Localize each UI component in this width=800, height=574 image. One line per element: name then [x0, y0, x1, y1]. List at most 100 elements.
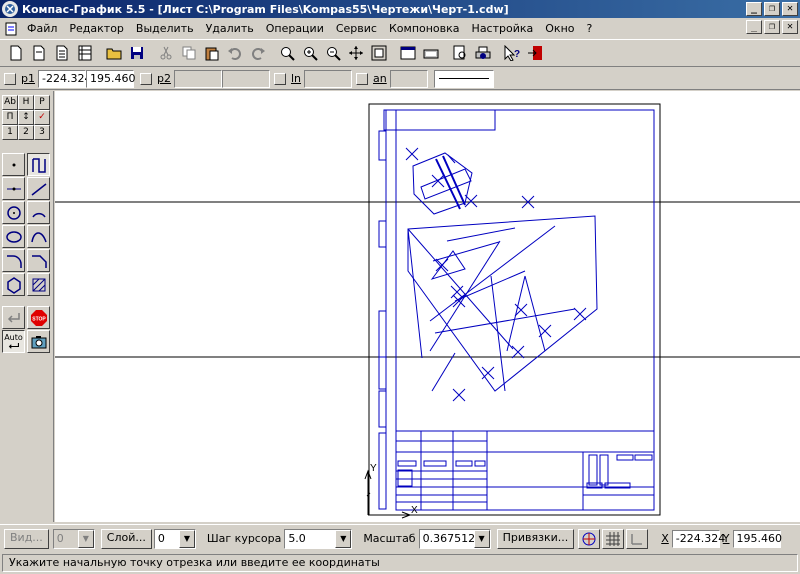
- new-spec-icon[interactable]: [73, 42, 96, 64]
- menu-settings[interactable]: Настройка: [466, 22, 540, 35]
- zoom-in-icon[interactable]: [298, 42, 321, 64]
- fillet-tool[interactable]: [2, 249, 25, 272]
- current-state-bar: Вид... 0 ▼ Слой... 0 ▼ Шаг курсора 5.0 ▼ Ма…: [0, 524, 800, 552]
- layers-icon[interactable]: [419, 42, 442, 64]
- p2-x-field[interactable]: [173, 69, 222, 88]
- ln-field[interactable]: [304, 69, 352, 88]
- menu-operations[interactable]: Операции: [260, 22, 330, 35]
- x-coord-field[interactable]: -224.324: [671, 529, 725, 548]
- print-icon[interactable]: [471, 42, 494, 64]
- edit-tab[interactable]: P: [34, 95, 50, 110]
- doc-restore-button[interactable]: ❐: [764, 20, 780, 34]
- auto-create-toggle[interactable]: Auto: [2, 330, 25, 353]
- view-select[interactable]: 0 ▼: [52, 528, 95, 549]
- view-2-tab[interactable]: 2: [18, 125, 34, 140]
- document-icon[interactable]: [4, 22, 18, 36]
- p1-y-field[interactable]: 195.460: [85, 69, 135, 88]
- close-button[interactable]: ✕: [782, 2, 798, 16]
- circle-tool[interactable]: [2, 201, 25, 224]
- refresh-icon[interactable]: [396, 42, 419, 64]
- p1-x-field[interactable]: -224.324: [37, 69, 91, 88]
- auxiliary-line-tool[interactable]: [27, 153, 50, 176]
- chevron-down-icon: ▼: [335, 529, 352, 548]
- layer-select[interactable]: 0 ▼: [153, 528, 196, 549]
- chamfer-tool[interactable]: [27, 249, 50, 272]
- new-fragment-icon[interactable]: [27, 42, 50, 64]
- hatch-tool[interactable]: [27, 273, 50, 296]
- y-coord-field[interactable]: 195.460: [732, 529, 782, 548]
- pan-icon[interactable]: [344, 42, 367, 64]
- scale-label: Масштаб: [363, 532, 416, 545]
- ln-toggle[interactable]: [273, 72, 286, 85]
- polygon-tool[interactable]: [2, 273, 25, 296]
- svg-text:Y: Y: [370, 463, 377, 474]
- text-symbols-tab[interactable]: Ab: [2, 95, 18, 110]
- spline-tool[interactable]: [27, 225, 50, 248]
- measure-tab[interactable]: ↕: [18, 110, 34, 125]
- p1-fix-toggle[interactable]: [4, 72, 16, 85]
- ln-label: ln: [290, 72, 301, 85]
- select-tab[interactable]: ✓: [34, 110, 50, 125]
- restore-button[interactable]: ❐: [764, 2, 780, 16]
- grid-icon[interactable]: [602, 528, 625, 549]
- doc-close-button[interactable]: ✕: [782, 20, 798, 34]
- stop-label: STOP: [32, 316, 46, 322]
- zoom-fit-icon[interactable]: [367, 42, 390, 64]
- panel-switch-grid: Ab H P П ↕ ✓ 1 2 3: [2, 95, 50, 140]
- paste-icon[interactable]: [200, 42, 223, 64]
- segment-tool[interactable]: [2, 177, 25, 200]
- ellipse-tool[interactable]: [2, 225, 25, 248]
- camera-icon[interactable]: [27, 330, 50, 353]
- layer-button[interactable]: Слой...: [100, 528, 152, 549]
- an-toggle[interactable]: [356, 72, 368, 85]
- doc-minimize-button[interactable]: _: [746, 20, 762, 34]
- zoom-out-icon[interactable]: [321, 42, 344, 64]
- p2-y-field[interactable]: [221, 69, 270, 88]
- open-icon[interactable]: [102, 42, 125, 64]
- exit-icon[interactable]: [523, 42, 546, 64]
- redo-icon[interactable]: [246, 42, 269, 64]
- window-title: Компас-График 5.5 - [Лист C:\Program Fil…: [22, 2, 509, 16]
- save-icon[interactable]: [125, 42, 148, 64]
- menu-file[interactable]: Файл: [21, 22, 63, 35]
- menu-delete[interactable]: Удалить: [200, 22, 260, 35]
- snap-button[interactable]: Привязки...: [496, 528, 575, 549]
- ortho-icon[interactable]: [626, 528, 649, 549]
- view-button[interactable]: Вид...: [4, 528, 49, 549]
- menu-help[interactable]: ?: [581, 22, 599, 35]
- menu-layout[interactable]: Компоновка: [383, 22, 466, 35]
- menu-window[interactable]: Окно: [539, 22, 580, 35]
- menu-service[interactable]: Сервис: [330, 22, 383, 35]
- x-coord-label: X: [661, 532, 669, 545]
- minimize-button[interactable]: _: [746, 2, 762, 16]
- arc-tool[interactable]: [27, 201, 50, 224]
- copy-icon[interactable]: [177, 42, 200, 64]
- dimensions-tab[interactable]: H: [18, 95, 34, 110]
- menu-select[interactable]: Выделить: [130, 22, 200, 35]
- property-bar: p1 -224.324 195.460 p2 ln an: [0, 68, 800, 90]
- view-3-tab[interactable]: 3: [34, 125, 50, 140]
- undo-icon[interactable]: [223, 42, 246, 64]
- point-tool[interactable]: [2, 153, 25, 176]
- enter-object-button[interactable]: [2, 306, 25, 329]
- new-text-doc-icon[interactable]: [50, 42, 73, 64]
- p1-label: p1: [21, 72, 35, 85]
- line-tool[interactable]: [27, 177, 50, 200]
- cut-icon[interactable]: [154, 42, 177, 64]
- drawing-canvas[interactable]: Y X: [55, 91, 800, 522]
- help-icon[interactable]: ?: [500, 42, 523, 64]
- line-style-selector[interactable]: [433, 69, 494, 88]
- snap-settings-icon[interactable]: [578, 528, 601, 549]
- param-tab[interactable]: П: [2, 110, 18, 125]
- new-sheet-icon[interactable]: [4, 42, 27, 64]
- preview-icon[interactable]: [448, 42, 471, 64]
- scale-select[interactable]: 0.367512 ▼: [418, 528, 491, 549]
- hint-bar: Укажите начальную точку отрезка или введ…: [0, 552, 800, 574]
- step-select[interactable]: 5.0 ▼: [284, 528, 353, 549]
- p2-toggle[interactable]: [139, 72, 152, 85]
- an-field[interactable]: [389, 69, 428, 88]
- menu-editor[interactable]: Редактор: [63, 22, 130, 35]
- zoom-window-icon[interactable]: [275, 42, 298, 64]
- stop-button[interactable]: STOP: [27, 306, 50, 329]
- view-1-tab[interactable]: 1: [2, 125, 18, 140]
